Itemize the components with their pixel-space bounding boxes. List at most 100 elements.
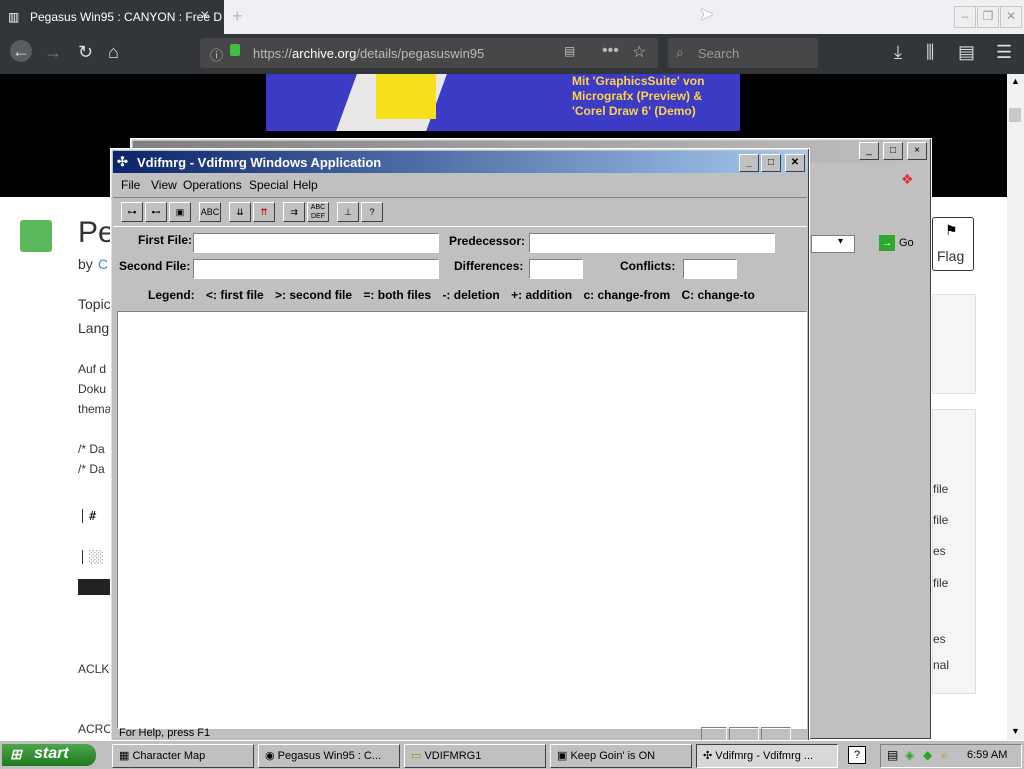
legend-title: Legend: bbox=[148, 288, 195, 302]
diff-view[interactable] bbox=[117, 311, 807, 729]
maximize-button[interactable]: □ bbox=[761, 154, 781, 172]
search-placeholder: Search bbox=[698, 46, 740, 61]
maximize-button[interactable]: □ bbox=[883, 142, 903, 160]
merge-icon[interactable]: ⇉ bbox=[283, 202, 305, 222]
status-pane bbox=[729, 727, 759, 741]
scroll-down-icon[interactable]: ▼ bbox=[1011, 726, 1020, 736]
taskbar: ⊞ start ▦ Character Map ◉ Pegasus Win95 … bbox=[0, 740, 1024, 769]
minimize-button[interactable]: _ bbox=[859, 142, 879, 160]
bottom-line: ACRO bbox=[78, 722, 113, 736]
scroll-up-icon[interactable]: ▲ bbox=[1011, 76, 1020, 86]
taskbar-item-vdifmrg[interactable]: ✣ Vdifmrg - Vdifmrg ... bbox=[696, 744, 838, 768]
menu-icon[interactable]: ☰ bbox=[996, 42, 1012, 63]
download-options-panel: file file es file es nal bbox=[932, 409, 976, 694]
predecessor-field[interactable] bbox=[529, 233, 775, 253]
desc-line: Doku bbox=[78, 382, 107, 396]
info-icon[interactable]: ⓘ bbox=[210, 45, 223, 64]
forward-icon[interactable]: → bbox=[44, 42, 62, 63]
tab-pegasus[interactable]: ▥ Pegasus Win95 : CANYON : Free D × bbox=[0, 0, 224, 34]
restore-button[interactable]: ❐ bbox=[977, 6, 999, 28]
app-icon: ▣ bbox=[557, 750, 568, 762]
menu-view[interactable]: View bbox=[151, 178, 177, 192]
menu-special[interactable]: Special bbox=[249, 178, 288, 192]
prev-diff-icon[interactable]: ⇈ bbox=[253, 202, 275, 222]
minimize-button[interactable]: – bbox=[954, 6, 976, 28]
scroll-thumb[interactable] bbox=[1009, 108, 1021, 122]
url-prefix: https:// bbox=[253, 46, 293, 61]
sidebar-icon[interactable]: ▤ bbox=[958, 42, 975, 63]
chevron-down-icon[interactable]: ▾ bbox=[838, 236, 843, 247]
menu-operations[interactable]: Operations bbox=[183, 178, 242, 192]
minimize-button[interactable]: _ bbox=[739, 154, 759, 172]
taskbar-item-charmap[interactable]: ▦ Character Map bbox=[112, 744, 254, 768]
topic-line: Topic bbox=[78, 296, 111, 312]
second-file-field[interactable] bbox=[193, 259, 439, 279]
new-tab-icon[interactable]: + bbox=[232, 6, 243, 27]
save-icon[interactable]: ▣ bbox=[169, 202, 191, 222]
status-text: For Help, press F1 bbox=[119, 727, 211, 739]
tray-network-icon[interactable]: ◈ bbox=[905, 748, 914, 762]
tray-status-icon[interactable]: ◆ bbox=[923, 748, 932, 762]
download-option[interactable]: file bbox=[933, 513, 948, 527]
go-label[interactable]: Go bbox=[899, 237, 914, 249]
font-icon[interactable]: ABC bbox=[199, 202, 221, 222]
folder-icon: ▭ bbox=[411, 750, 422, 762]
unlink-files-icon[interactable]: ⊷ bbox=[145, 202, 167, 222]
status-pane bbox=[761, 727, 791, 741]
download-option[interactable]: file bbox=[933, 576, 948, 590]
back-icon[interactable]: ← bbox=[10, 40, 32, 62]
status-bar: For Help, press F1 bbox=[113, 727, 807, 741]
star-icon[interactable]: ☆ bbox=[632, 42, 646, 62]
first-file-field[interactable] bbox=[193, 233, 439, 253]
tray-app-icon[interactable]: ▤ bbox=[887, 748, 898, 762]
legend-item: +: addition bbox=[511, 288, 573, 302]
taskbar-item-keepgoin[interactable]: ▣ Keep Goin' is ON bbox=[550, 744, 692, 768]
url-bar[interactable]: ⓘ https://archive.org/details/pegasuswin… bbox=[200, 38, 658, 68]
disk-icon bbox=[20, 220, 52, 252]
menu-help[interactable]: Help bbox=[293, 178, 318, 192]
vdifmrg-window[interactable]: ✣ Vdifmrg - Vdifmrg Windows Application … bbox=[110, 148, 810, 742]
taskbar-item-vdifmrg1[interactable]: ▭ VDIFMRG1 bbox=[404, 744, 546, 768]
author-link[interactable]: C bbox=[98, 256, 108, 272]
more-icon[interactable]: ••• bbox=[602, 42, 619, 60]
go-arrow-icon[interactable]: → bbox=[879, 235, 895, 251]
reader-icon[interactable]: ▤ bbox=[564, 44, 575, 58]
download-option[interactable]: es bbox=[933, 544, 946, 558]
close-button[interactable]: × bbox=[907, 142, 927, 160]
ascii-cell: # bbox=[82, 509, 96, 523]
page-scrollbar[interactable]: ▲ ▼ bbox=[1007, 74, 1024, 740]
search-box[interactable]: ⌕ Search bbox=[668, 38, 818, 68]
clock: 6:59 AM bbox=[967, 749, 1008, 761]
home-icon[interactable]: ⌂ bbox=[108, 42, 119, 63]
download-icon[interactable]: ⤓ bbox=[894, 42, 902, 63]
close-button[interactable]: ✕ bbox=[785, 154, 805, 172]
vdifmrg-titlebar[interactable]: ✣ Vdifmrg - Vdifmrg Windows Application … bbox=[113, 151, 807, 173]
help-icon[interactable]: ? bbox=[848, 746, 866, 764]
banner-text: Mit 'GraphicsSuite' von Micrografx (Prev… bbox=[572, 74, 705, 118]
download-option[interactable]: es bbox=[933, 632, 946, 646]
close-window-button[interactable]: ✕ bbox=[1000, 6, 1022, 28]
legend-item: >: second file bbox=[275, 288, 353, 302]
download-option[interactable]: nal bbox=[933, 658, 949, 672]
menu-file[interactable]: File bbox=[121, 178, 140, 192]
insert-icon[interactable]: ⊥ bbox=[337, 202, 359, 222]
cover-image: Mit 'GraphicsSuite' von Micrografx (Prev… bbox=[266, 74, 740, 131]
taskbar-item-pegasus[interactable]: ◉ Pegasus Win95 : C... bbox=[258, 744, 400, 768]
predecessor-label: Predecessor: bbox=[449, 234, 526, 248]
next-diff-icon[interactable]: ⇊ bbox=[229, 202, 251, 222]
start-button[interactable]: ⊞ start bbox=[2, 744, 96, 766]
link-files-icon[interactable]: ⊶ bbox=[121, 202, 143, 222]
desc-line: /* Da bbox=[78, 442, 105, 456]
close-icon[interactable]: × bbox=[200, 7, 209, 25]
legend: Legend: <: first file >: second file =: … bbox=[148, 288, 763, 302]
help-icon[interactable]: ? bbox=[361, 202, 383, 222]
library-icon[interactable]: ⫼ bbox=[926, 42, 934, 63]
taskbar-item-label: Vdifmrg - Vdifmrg ... bbox=[715, 750, 814, 762]
address-dropdown[interactable]: ▾ bbox=[811, 235, 855, 253]
compare-text-icon[interactable]: ABC DEF bbox=[307, 202, 329, 222]
download-option[interactable]: file bbox=[933, 482, 948, 496]
toolbar: ⊶ ⊷ ▣ ABC ⇊ ⇈ ⇉ ABC DEF ⊥ ? bbox=[113, 197, 807, 227]
reload-icon[interactable]: ↻ bbox=[78, 42, 93, 63]
tray-search-icon[interactable]: ⌕ bbox=[941, 748, 948, 763]
flag-button[interactable]: ⚑ Flag bbox=[932, 217, 974, 271]
